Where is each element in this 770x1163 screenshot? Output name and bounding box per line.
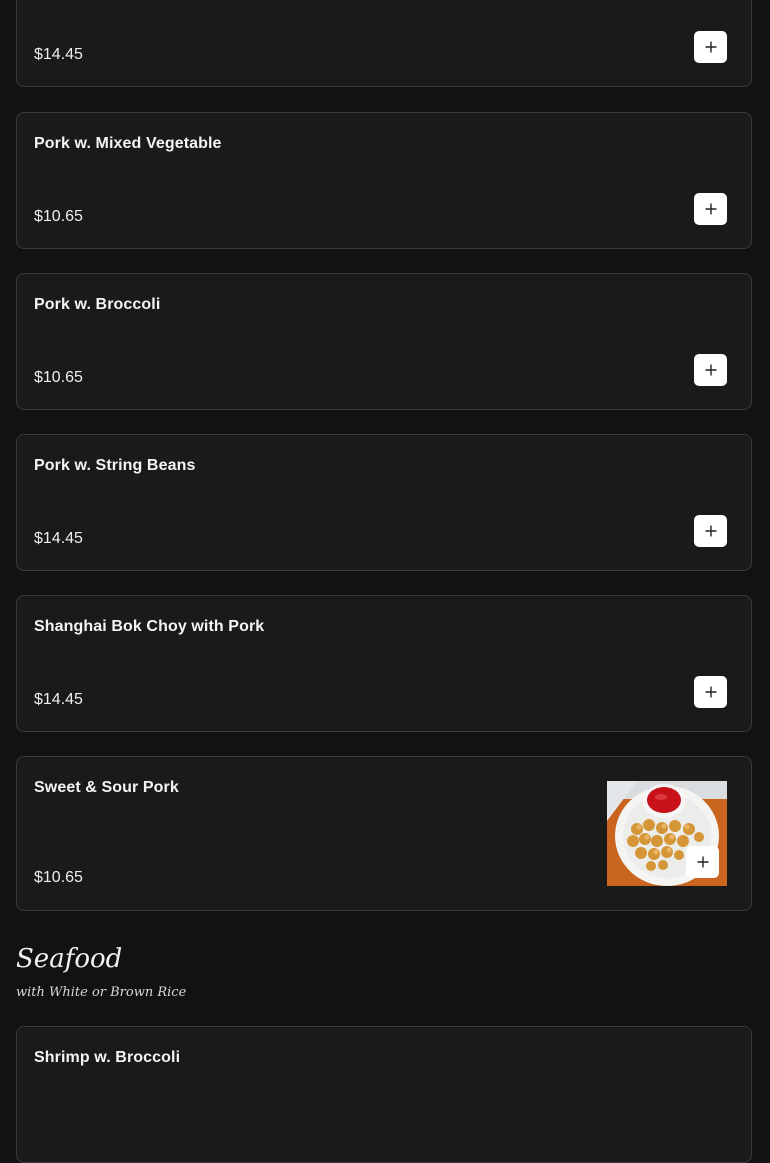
- item-price: $14.45: [34, 46, 83, 63]
- add-to-cart-button[interactable]: [694, 676, 727, 708]
- menu-item-card[interactable]: Sweet & Sour Pork $10.65: [16, 756, 752, 911]
- menu-item-card[interactable]: Pork w. String Beans $14.45: [16, 434, 752, 571]
- menu-item-card[interactable]: Shanghai Bok Choy with Pork $14.45: [16, 595, 752, 732]
- item-name: Sweet & Sour Pork: [34, 779, 179, 796]
- add-to-cart-button[interactable]: [694, 31, 727, 63]
- menu-item-card[interactable]: Pork w. Broccoli $10.65: [16, 273, 752, 410]
- section-subtitle: with White or Brown Rice: [16, 985, 187, 1000]
- item-name: Pork w. Mixed Vegetable: [34, 135, 222, 152]
- item-price: $14.45: [34, 530, 83, 547]
- item-price: $10.65: [34, 869, 83, 886]
- add-to-cart-button[interactable]: [686, 846, 719, 878]
- menu-item-card[interactable]: Pork w. Mixed Vegetable $10.65: [16, 112, 752, 249]
- item-name: Pork w. String Beans: [34, 457, 196, 474]
- add-to-cart-button[interactable]: [694, 193, 727, 225]
- plus-icon: [705, 41, 716, 53]
- plus-icon: [705, 525, 716, 537]
- item-price: $10.65: [34, 208, 83, 225]
- section-title: Seafood: [16, 944, 123, 974]
- item-name: Shrimp w. Broccoli: [34, 1049, 181, 1066]
- plus-icon: [705, 364, 716, 376]
- plus-icon: [705, 686, 716, 698]
- menu-item-card[interactable]: $14.45: [16, 0, 752, 87]
- item-name: Pork w. Broccoli: [34, 296, 161, 313]
- add-to-cart-button[interactable]: [694, 515, 727, 547]
- plus-icon: [705, 203, 716, 215]
- item-price: $10.65: [34, 369, 83, 386]
- plus-icon: [697, 856, 708, 868]
- item-price: $14.45: [34, 691, 83, 708]
- item-photo[interactable]: [607, 781, 727, 886]
- add-to-cart-button[interactable]: [694, 354, 727, 386]
- item-name: Shanghai Bok Choy with Pork: [34, 618, 265, 635]
- menu-item-card[interactable]: Shrimp w. Broccoli: [16, 1026, 752, 1163]
